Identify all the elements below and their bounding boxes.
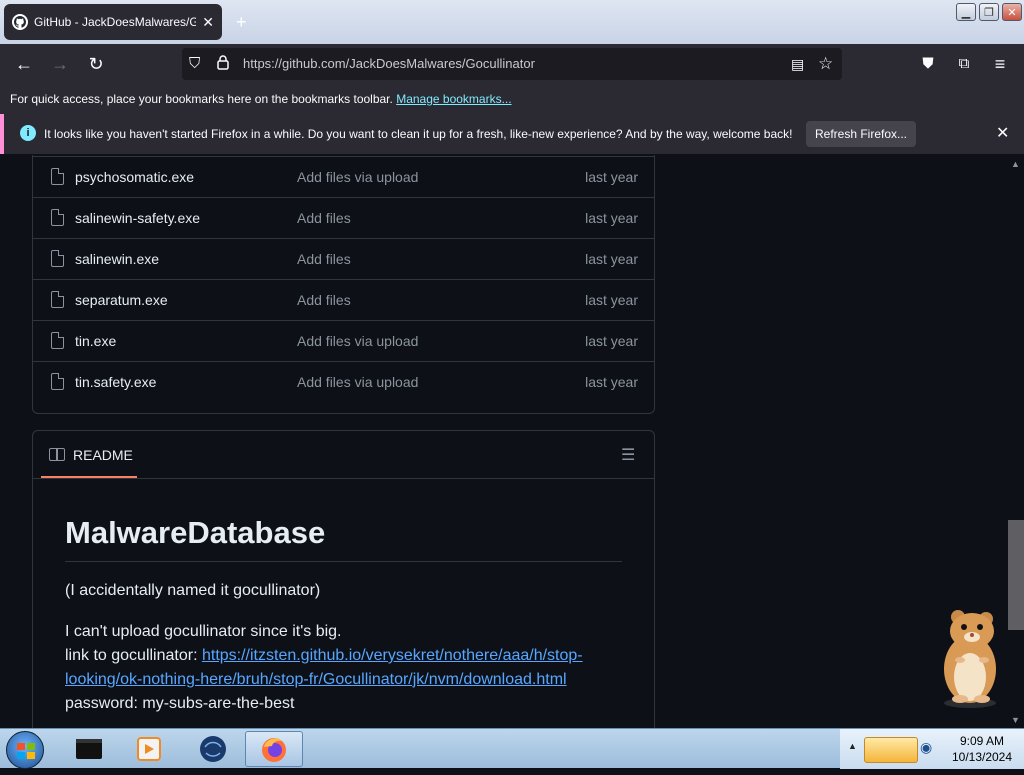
commit-age[interactable]: last year	[585, 210, 638, 226]
file-list: psychosomatic.exe Add files via upload l…	[32, 155, 655, 414]
forward-icon[interactable]: →	[49, 54, 71, 74]
hamster-desktop-pet[interactable]	[930, 605, 1010, 710]
file-row[interactable]: tin.safety.exe Add files via upload last…	[33, 361, 654, 402]
commit-age[interactable]: last year	[585, 333, 638, 349]
file-row[interactable]: tin.exe Add files via upload last year	[33, 320, 654, 361]
show-hidden-icons-icon[interactable]: ▲	[848, 741, 857, 751]
tab-bar: GitHub - JackDoesMalwares/Gocullinator ✕…	[0, 0, 1024, 44]
taskbar: ▲ ◉ 9:09 AM 10/13/2024	[0, 728, 1024, 769]
close-tab-icon[interactable]: ✕	[202, 14, 214, 31]
active-tab-underline	[41, 476, 137, 478]
clock[interactable]: 9:09 AM 10/13/2024	[940, 733, 1024, 765]
readme-tab[interactable]: README	[73, 447, 133, 463]
commit-message[interactable]: Add files	[297, 251, 351, 267]
bookmark-star-icon[interactable]: ☆	[818, 54, 833, 74]
browser-tab[interactable]: GitHub - JackDoesMalwares/Gocullinator ✕	[4, 4, 222, 40]
readme-line: I can't upload gocullinator since it's b…	[65, 623, 342, 640]
close-window-icon[interactable]: ✕	[1002, 3, 1022, 21]
clock-time: 9:09 AM	[959, 734, 1005, 748]
close-notification-icon[interactable]: ✕	[996, 123, 1009, 143]
download-link-continued[interactable]: looking/ok-nothing-here/bruh/stop-fr/Goc…	[65, 671, 567, 688]
file-name[interactable]: separatum.exe	[75, 292, 168, 308]
url-text[interactable]: https://github.com/JackDoesMalwares/Gocu…	[243, 56, 535, 71]
scroll-down-icon[interactable]: ▼	[1011, 715, 1020, 725]
commit-message[interactable]: Add files via upload	[297, 169, 418, 185]
lock-icon[interactable]	[217, 54, 229, 70]
file-row[interactable]: salinewin-safety.exe Add files last year	[33, 197, 654, 238]
password-line: password: my-subs-are-the-best	[65, 695, 295, 712]
readme-header: README ☰	[33, 431, 654, 479]
readme-paragraph: I can't upload gocullinator since it's b…	[65, 620, 625, 716]
file-icon	[51, 291, 64, 308]
readme-paragraph: (I accidentally named it gocullinator)	[65, 582, 321, 599]
tab-title: GitHub - JackDoesMalwares/Gocullinator	[34, 15, 197, 29]
file-name[interactable]: tin.safety.exe	[75, 374, 156, 390]
commit-message[interactable]: Add files	[297, 292, 351, 308]
commit-message[interactable]: Add files	[297, 210, 351, 226]
readme-panel: README ☰ MalwareDatabase (I accidentally…	[32, 430, 655, 729]
file-icon	[51, 209, 64, 226]
download-link[interactable]: https://itzsten.github.io/verysekret/not…	[202, 647, 583, 664]
minimize-icon[interactable]: ▁	[956, 3, 976, 21]
file-icon	[51, 373, 64, 390]
firefox-taskbar-icon[interactable]	[245, 731, 303, 767]
file-icon	[51, 332, 64, 349]
reader-view-icon[interactable]: ▤	[791, 56, 804, 73]
manage-bookmarks-link[interactable]: Manage bookmarks...	[396, 92, 511, 106]
commit-message[interactable]: Add files via upload	[297, 333, 418, 349]
menu-icon[interactable]: ≡	[989, 54, 1011, 74]
file-icon	[51, 168, 64, 185]
commit-message[interactable]: Add files via upload	[297, 374, 418, 390]
file-name[interactable]: psychosomatic.exe	[75, 169, 194, 185]
readme-heading: MalwareDatabase	[65, 515, 622, 562]
bookmarks-toolbar: For quick access, place your bookmarks h…	[0, 84, 1024, 114]
reload-icon[interactable]: ↻	[85, 54, 107, 74]
notification-message: It looks like you haven't started Firefo…	[44, 127, 793, 141]
commit-age[interactable]: last year	[585, 169, 638, 185]
system-tray: ▲ ◉ 9:09 AM 10/13/2024	[840, 729, 1024, 769]
file-name[interactable]: salinewin.exe	[75, 251, 159, 267]
file-row[interactable]: salinewin.exe Add files last year	[33, 238, 654, 279]
refresh-firefox-button[interactable]: Refresh Firefox...	[806, 121, 916, 147]
file-row[interactable]: separatum.exe Add files last year	[33, 279, 654, 320]
back-icon[interactable]: ←	[13, 54, 35, 74]
info-icon: i	[20, 125, 36, 141]
scroll-up-icon[interactable]: ▲	[1011, 159, 1020, 169]
outline-list-icon[interactable]: ☰	[621, 445, 635, 465]
url-bar[interactable]: ⛉ https://github.com/JackDoesMalwares/Go…	[182, 48, 842, 80]
scrollbar-thumb[interactable]	[1008, 520, 1024, 630]
notification-bar: i It looks like you haven't started Fire…	[0, 114, 1024, 154]
book-icon	[49, 448, 65, 461]
restore-icon[interactable]: ❐	[979, 3, 999, 21]
network-icon[interactable]: ◉	[920, 739, 932, 756]
globe-taskbar-icon[interactable]	[184, 731, 242, 767]
start-button[interactable]	[6, 731, 44, 769]
bookmarks-hint: For quick access, place your bookmarks h…	[10, 92, 393, 106]
commit-age[interactable]: last year	[585, 292, 638, 308]
link-prefix: link to gocullinator:	[65, 647, 202, 664]
terminal-taskbar-icon[interactable]	[60, 731, 118, 767]
file-row[interactable]: psychosomatic.exe Add files via upload l…	[33, 156, 654, 197]
readme-link-line: link to gocullinator: https://itzsten.gi…	[65, 644, 625, 668]
new-tab-icon[interactable]: +	[236, 12, 247, 33]
clock-date: 10/13/2024	[951, 750, 1013, 764]
navigation-toolbar: ← → ↻ ⛉ https://github.com/JackDoesMalwa…	[0, 44, 1024, 84]
file-name[interactable]: tin.exe	[75, 333, 116, 349]
media-player-taskbar-icon[interactable]	[120, 731, 178, 767]
commit-age[interactable]: last year	[585, 374, 638, 390]
readme-link-line: looking/ok-nothing-here/bruh/stop-fr/Goc…	[65, 668, 625, 692]
extensions-icon[interactable]: ⧉	[953, 54, 975, 74]
commit-age[interactable]: last year	[585, 251, 638, 267]
file-icon	[51, 250, 64, 267]
github-icon	[12, 14, 28, 30]
shield-icon[interactable]: ⛉	[189, 55, 200, 72]
file-name[interactable]: salinewin-safety.exe	[75, 210, 200, 226]
vertical-scrollbar[interactable]: ▲ ▼	[1008, 155, 1024, 729]
pocket-icon[interactable]: ⛊	[917, 54, 939, 74]
page-content: psychosomatic.exe Add files via upload l…	[0, 155, 1008, 729]
tray-app-icons[interactable]	[864, 737, 918, 763]
